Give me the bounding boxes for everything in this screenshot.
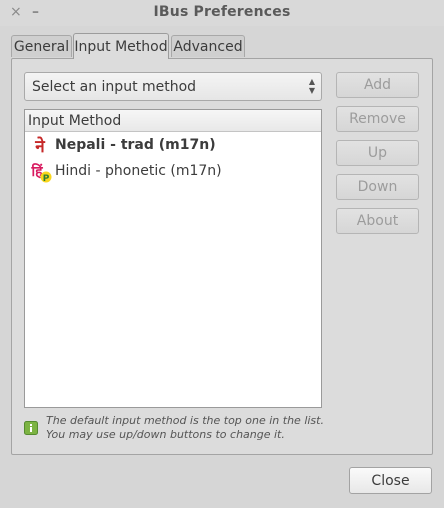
title-bar: × – IBus Preferences [0,0,444,26]
info-icon [24,421,38,435]
add-button[interactable]: Add [336,72,419,98]
tab-general[interactable]: General [11,35,72,57]
hindi-phonetic-icon: हिं P [30,163,52,183]
info-text: The default input method is the top one … [46,414,324,442]
window-title: IBus Preferences [153,4,291,20]
list-item-label: Nepali - trad (m17n) [55,137,216,153]
about-button[interactable]: About [336,208,419,234]
arrow-down-icon: ▼ [308,86,315,95]
close-button[interactable]: Close [349,467,432,494]
up-button[interactable]: Up [336,140,419,166]
select-arrows-icon: ▲ ▼ [309,77,315,95]
tab-input-method[interactable]: Input Method [73,33,169,59]
info-line-2: You may use up/down buttons to change it… [46,428,285,441]
list-item-label: Hindi - phonetic (m17n) [55,163,222,179]
input-method-list[interactable]: Input Method ने Nepali - trad (m17n) हिं… [24,109,322,408]
down-button[interactable]: Down [336,174,419,200]
list-item-hindi[interactable]: हिं P Hindi - phonetic (m17n) [25,159,321,183]
svg-text:P: P [43,174,50,183]
nepali-script-icon: ने [34,136,45,157]
list-header-label: Input Method [28,112,122,129]
tab-advanced[interactable]: Advanced [171,35,245,57]
input-method-select-value: Select an input method [32,78,197,95]
arrow-up-icon: ▲ [308,77,315,86]
info-line-1: The default input method is the top one … [46,414,324,427]
list-item-nepali[interactable]: ने Nepali - trad (m17n) [25,133,321,157]
svg-text:ने: ने [34,136,45,157]
input-method-select[interactable]: Select an input method ▲ ▼ [24,72,322,101]
remove-button[interactable]: Remove [336,106,419,132]
list-header[interactable]: Input Method [25,110,321,132]
